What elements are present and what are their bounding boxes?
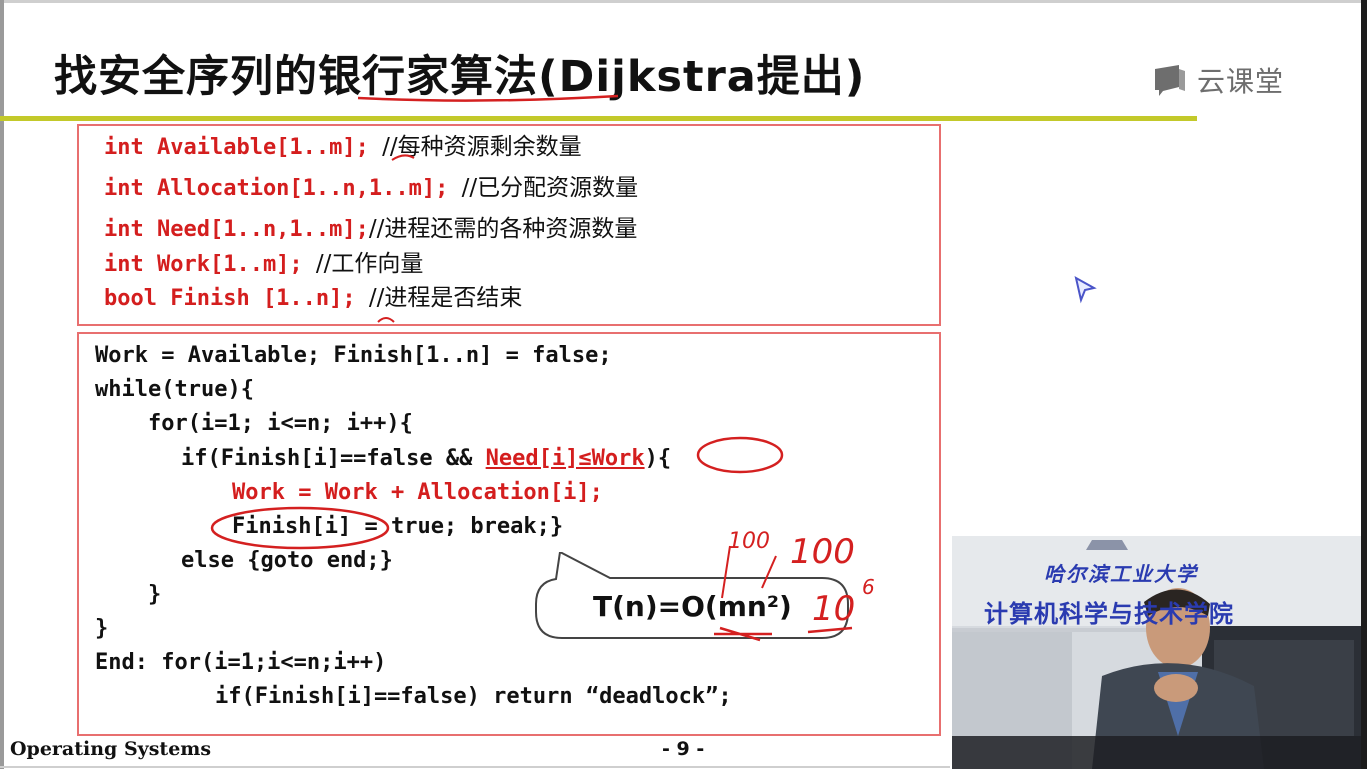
- page-number: - 9 -: [662, 738, 705, 760]
- algo-line-while: while(true){: [95, 377, 254, 402]
- footer-divider: [0, 766, 950, 768]
- decl-line-available: int Available[1..m]; //每种资源剩余数量: [104, 134, 582, 160]
- algo-line-for: for(i=1; i<=n; i++){: [148, 411, 413, 436]
- window-right-edge: [1361, 0, 1367, 769]
- cloud-classroom-logo: 云课堂: [1153, 60, 1284, 100]
- video-banner-university: 哈尔滨工业大学: [1044, 562, 1198, 586]
- algo-line-init: Work = Available; Finish[1..n] = false;: [95, 343, 612, 368]
- lecturer-hand: [1154, 674, 1198, 702]
- window-top-edge: [0, 0, 1367, 3]
- decl-line-finish: bool Finish [1..n]; //进程是否结束: [104, 285, 523, 311]
- logo-text: 云课堂: [1197, 65, 1285, 98]
- algo-line-close-for: }: [148, 582, 162, 607]
- algo-line-return-deadlock: if(Finish[i]==false) return “deadlock”;: [215, 684, 732, 709]
- algo-line-else: else {goto end;}: [181, 548, 393, 573]
- algo-line-if: if(Finish[i]==false && Need[i]≤Work){: [181, 446, 672, 471]
- algo-line-finish-true: Finish[i] = true; break;}: [232, 514, 564, 539]
- lecturer-video-inset[interactable]: 哈尔滨工业大学 计算机科学与技术学院: [952, 536, 1361, 769]
- algo-line-work-update: Work = Work + Allocation[i];: [232, 480, 603, 505]
- course-name-footer: Operating Systems: [10, 738, 212, 760]
- mouse-cursor-icon: [1074, 276, 1097, 304]
- algo-line-end-for: End: for(i=1;i<=n;i++): [95, 650, 387, 675]
- university-emblem: [1086, 540, 1128, 550]
- decl-line-need: int Need[1..n,1..m];//进程还需的各种资源数量: [104, 216, 638, 242]
- algo-line-close-while: }: [95, 616, 109, 641]
- title-underline-bar: [0, 116, 1197, 121]
- decl-line-work: int Work[1..m]; //工作向量: [104, 251, 424, 277]
- slide-title: 找安全序列的银行家算法(Dijkstra提出): [54, 52, 866, 102]
- classroom-logo-icon: [1155, 65, 1185, 96]
- video-banner-school: 计算机科学与技术学院: [984, 600, 1234, 628]
- decl-line-allocation: int Allocation[1..n,1..m]; //已分配资源数量: [104, 175, 639, 201]
- complexity-formula: T(n)=O(mn²): [593, 590, 792, 623]
